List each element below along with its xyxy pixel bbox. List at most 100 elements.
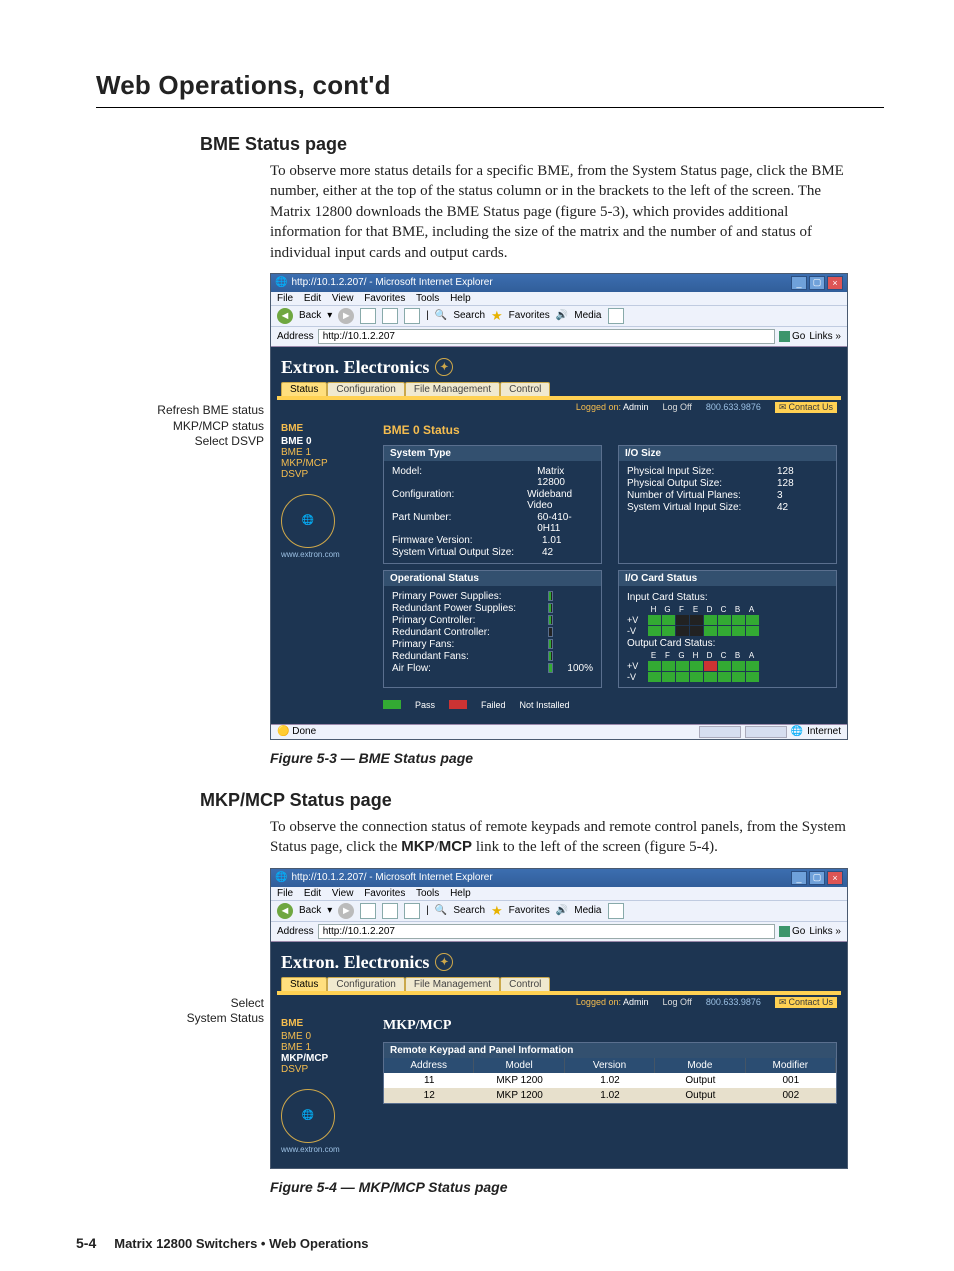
io-card-status-header: I/O Card Status — [619, 571, 836, 586]
ie-window-bme: 🌐 http://10.1.2.207/ - Microsoft Interne… — [270, 273, 848, 740]
menu-view[interactable]: View — [332, 293, 354, 304]
maximize-button[interactable]: ▢ — [809, 276, 825, 290]
io-size-header: I/O Size — [619, 446, 836, 461]
tab-configuration[interactable]: Configuration — [327, 382, 404, 396]
menu-help[interactable]: Help — [450, 293, 471, 304]
extron-url[interactable]: www.extron.com — [281, 550, 371, 559]
history-icon[interactable] — [608, 903, 624, 919]
minimize-button[interactable]: _ — [791, 276, 807, 290]
contact-us-button[interactable]: ✉Contact Us — [775, 402, 837, 413]
callouts-mkp: Select System Status — [90, 996, 270, 1027]
ie-e-icon: 🌐 — [275, 277, 287, 288]
menu-help[interactable]: Help — [450, 888, 471, 899]
table-cell: 1.02 — [565, 1073, 655, 1088]
extron-url[interactable]: www.extron.com — [281, 1145, 371, 1154]
favorites-label[interactable]: Favorites — [509, 310, 550, 321]
page-footer: 5-4 Matrix 12800 Switchers • Web Operati… — [76, 1235, 884, 1251]
tab-file-management[interactable]: File Management — [405, 382, 500, 396]
menu-view[interactable]: View — [332, 888, 354, 899]
close-button[interactable]: × — [827, 276, 843, 290]
tab-configuration[interactable]: Configuration — [327, 977, 404, 991]
extron-round-logo: 🌐 — [281, 494, 335, 548]
menu-tools[interactable]: Tools — [416, 888, 439, 899]
logoff-link[interactable]: Log Off — [663, 402, 692, 412]
ie-menubar[interactable]: File Edit View Favorites Tools Help — [271, 887, 847, 901]
sidebar-item-dsvp[interactable]: DSVP — [281, 469, 371, 480]
stop-icon[interactable] — [360, 308, 376, 324]
menu-favorites[interactable]: Favorites — [364, 888, 405, 899]
tab-status[interactable]: Status — [281, 382, 327, 396]
back-label[interactable]: Back — [299, 905, 321, 916]
media-label[interactable]: Media — [574, 310, 601, 321]
status-bar-row: Primary Power Supplies: — [392, 591, 593, 602]
sidebar-item-mkpmcp[interactable]: MKP/MCP — [281, 458, 371, 469]
logoff-link[interactable]: Log Off — [663, 997, 692, 1007]
history-icon[interactable] — [608, 308, 624, 324]
back-icon[interactable]: ◄ — [277, 903, 293, 919]
kv-row: Part Number:60-410-0H11 — [392, 512, 593, 534]
home-icon[interactable] — [404, 308, 420, 324]
sidebar-item-dsvp[interactable]: DSVP — [281, 1064, 371, 1075]
sidebar-item-bme0[interactable]: BME 0 — [281, 436, 371, 447]
table-cell: Output — [655, 1088, 745, 1103]
forward-icon[interactable]: ► — [338, 308, 354, 324]
menu-favorites[interactable]: Favorites — [364, 293, 405, 304]
refresh-icon[interactable] — [382, 308, 398, 324]
minimize-button[interactable]: _ — [791, 871, 807, 885]
sidebar: BME BME 0 BME 1 MKP/MCP DSVP 🌐 www.extro… — [281, 423, 371, 710]
ie-titlebar[interactable]: 🌐 http://10.1.2.207/ - Microsoft Interne… — [271, 274, 847, 292]
contact-us-button[interactable]: ✉Contact Us — [775, 997, 837, 1008]
back-dropdown-icon[interactable]: ▾ — [327, 310, 332, 321]
menu-file[interactable]: File — [277, 293, 293, 304]
favorites-icon[interactable]: ★ — [491, 903, 503, 919]
go-button[interactable]: Go — [779, 331, 805, 342]
menu-edit[interactable]: Edit — [304, 888, 321, 899]
search-icon[interactable]: 🔍 — [435, 310, 447, 321]
menu-file[interactable]: File — [277, 888, 293, 899]
back-label[interactable]: Back — [299, 310, 321, 321]
close-button[interactable]: × — [827, 871, 843, 885]
sidebar-item-bme1[interactable]: BME 1 — [281, 1042, 371, 1053]
go-button[interactable]: Go — [779, 926, 805, 937]
back-icon[interactable]: ◄ — [277, 308, 293, 324]
sidebar-item-bme1[interactable]: BME 1 — [281, 447, 371, 458]
menu-edit[interactable]: Edit — [304, 293, 321, 304]
links-button[interactable]: Links » — [809, 926, 841, 937]
kv-row: Firmware Version:1.01 — [392, 535, 593, 546]
favorites-icon[interactable]: ★ — [491, 308, 503, 324]
tab-file-management[interactable]: File Management — [405, 977, 500, 991]
search-icon[interactable]: 🔍 — [435, 905, 447, 916]
forward-icon[interactable]: ► — [338, 903, 354, 919]
table-row: 11MKP 12001.02Output001 — [384, 1073, 836, 1088]
refresh-icon[interactable] — [382, 903, 398, 919]
stop-icon[interactable] — [360, 903, 376, 919]
system-type-header: System Type — [384, 446, 601, 461]
menu-tools[interactable]: Tools — [416, 293, 439, 304]
tab-status[interactable]: Status — [281, 977, 327, 991]
home-icon[interactable] — [404, 903, 420, 919]
status-bar-row: Redundant Fans: — [392, 651, 593, 662]
input-card-label: Input Card Status: — [627, 592, 828, 603]
tab-control[interactable]: Control — [500, 382, 550, 396]
toolbar-divider: | — [426, 905, 429, 916]
table-cell: MKP 1200 — [474, 1073, 564, 1088]
maximize-button[interactable]: ▢ — [809, 871, 825, 885]
mail-icon: ✉ — [779, 997, 787, 1008]
legend-pass-swatch — [383, 700, 401, 709]
figure-bme: Refresh BME status MKP/MCP status Select… — [270, 273, 884, 740]
ie-menubar[interactable]: File Edit View Favorites Tools Help — [271, 292, 847, 306]
sidebar-item-mkpmcp[interactable]: MKP/MCP — [281, 1053, 371, 1064]
ie-titlebar[interactable]: 🌐http://10.1.2.207/ - Microsoft Internet… — [271, 869, 847, 887]
address-field[interactable]: http://10.1.2.207 — [318, 329, 775, 344]
search-label[interactable]: Search — [453, 310, 485, 321]
sidebar-item-bme0[interactable]: BME 0 — [281, 1031, 371, 1042]
links-button[interactable]: Links » — [809, 331, 841, 342]
back-dropdown-icon[interactable]: ▾ — [327, 905, 332, 916]
ie-e-icon: 🌐 — [275, 872, 287, 883]
media-icon[interactable]: 🔊 — [556, 310, 568, 321]
media-icon[interactable]: 🔊 — [556, 905, 568, 916]
address-field[interactable]: http://10.1.2.207 — [318, 924, 775, 939]
mkp-table: Remote Keypad and Panel Information Addr… — [383, 1042, 837, 1104]
tab-control[interactable]: Control — [500, 977, 550, 991]
status-bar-row: Primary Controller: — [392, 615, 593, 626]
